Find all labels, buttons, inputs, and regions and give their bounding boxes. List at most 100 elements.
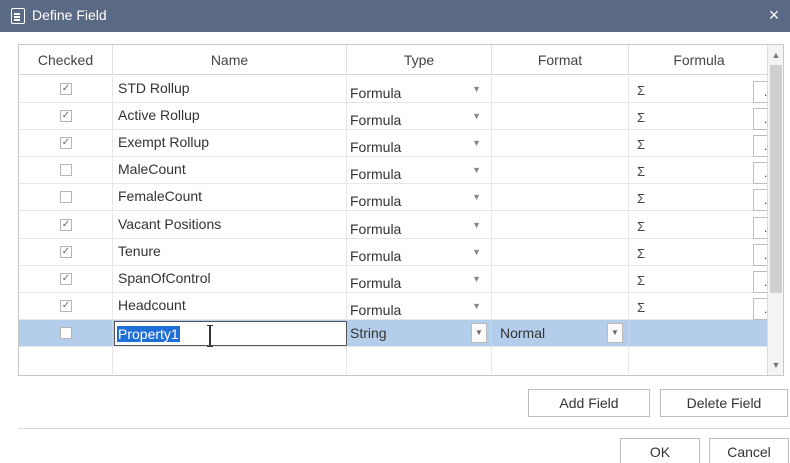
row-checkbox[interactable]: ✓ — [60, 83, 72, 95]
formula-cell[interactable]: Σ... — [629, 130, 783, 158]
row-checkbox[interactable]: ✓ — [60, 218, 72, 231]
format-cell[interactable] — [492, 157, 629, 185]
header-name[interactable]: Name — [113, 45, 347, 75]
table-row[interactable]: MaleCount Formula ▼ Σ... — [19, 157, 783, 185]
name-cell[interactable]: SpanOfControl — [113, 265, 347, 293]
row-checkbox[interactable]: ✓ — [60, 110, 72, 123]
row-checkbox[interactable]: ✓ — [60, 137, 72, 150]
table-row[interactable]: FemaleCount Formula ▼ Σ... — [19, 184, 783, 212]
row-checkbox[interactable]: ✓ — [60, 299, 72, 312]
type-dropdown-icon[interactable]: ▼ — [472, 301, 481, 311]
name-cell[interactable]: MaleCount — [113, 157, 347, 185]
scroll-thumb[interactable] — [770, 65, 782, 293]
table-row-selected[interactable]: Property1 String ▼ Normal ▼ — [19, 320, 769, 347]
header-checked[interactable]: Checked — [19, 45, 113, 75]
name-edit-input[interactable]: Property1 — [114, 321, 347, 347]
header-type[interactable]: Type — [347, 45, 492, 75]
table-row[interactable]: ✓ Exempt Rollup Formula ▼ Σ... — [19, 130, 783, 158]
table-row[interactable]: ✓ STD Rollup Formula ▼ Σ... — [19, 76, 783, 103]
format-cell[interactable]: Normal ▼ — [492, 320, 629, 347]
type-dropdown-icon[interactable]: ▼ — [472, 165, 481, 175]
sigma-icon: Σ — [637, 137, 646, 153]
delete-field-button[interactable]: Delete Field — [660, 389, 788, 417]
cancel-button[interactable]: Cancel — [709, 438, 789, 463]
type-cell[interactable]: Formula ▼ — [347, 238, 492, 266]
type-cell[interactable]: Formula ▼ — [347, 76, 492, 103]
formula-cell[interactable]: Σ... — [629, 211, 783, 239]
table-row[interactable]: ✓ Tenure Formula ▼ Σ... — [19, 238, 783, 266]
scroll-down-icon[interactable]: ▼ — [770, 359, 782, 371]
checked-cell — [19, 184, 113, 212]
format-cell[interactable] — [492, 130, 629, 158]
close-icon[interactable]: × — [764, 4, 784, 26]
row-checkbox[interactable] — [60, 327, 72, 339]
formula-cell[interactable]: Σ... — [629, 103, 783, 131]
format-cell[interactable] — [492, 184, 629, 212]
row-checkbox[interactable]: ✓ — [60, 272, 72, 285]
name-cell[interactable]: Headcount — [113, 292, 347, 320]
sigma-icon: Σ — [637, 110, 646, 126]
format-cell[interactable] — [492, 103, 629, 131]
format-dropdown-icon[interactable]: ▼ — [607, 323, 623, 343]
row-checkbox[interactable] — [60, 191, 72, 204]
type-cell[interactable]: Formula ▼ — [347, 184, 492, 212]
formula-cell[interactable] — [629, 320, 769, 347]
type-dropdown-icon[interactable]: ▼ — [472, 220, 481, 230]
type-dropdown-icon[interactable]: ▼ — [472, 192, 481, 202]
type-dropdown-icon[interactable]: ▼ — [472, 111, 481, 121]
header-formula[interactable]: Formula — [629, 45, 769, 75]
table-row[interactable]: ✓ Vacant Positions Formula ▼ Σ... — [19, 211, 783, 239]
name-cell[interactable]: Active Rollup — [113, 103, 347, 131]
name-cell[interactable]: Vacant Positions — [113, 211, 347, 239]
title-bar: Define Field × — [0, 0, 790, 32]
ok-button[interactable]: OK — [620, 438, 700, 463]
formula-cell[interactable]: Σ... — [629, 292, 783, 320]
row-checkbox[interactable]: ✓ — [60, 245, 72, 258]
type-dropdown-icon[interactable]: ▼ — [472, 84, 481, 94]
type-dropdown-icon[interactable]: ▼ — [471, 323, 487, 343]
type-cell[interactable]: Formula ▼ — [347, 103, 492, 131]
sigma-icon: Σ — [637, 245, 646, 261]
type-cell[interactable]: String ▼ — [347, 320, 492, 347]
format-cell[interactable] — [492, 238, 629, 266]
format-cell[interactable] — [492, 76, 629, 103]
field-name: STD Rollup — [118, 80, 190, 96]
type-cell[interactable]: Formula ▼ — [347, 265, 492, 293]
scroll-up-icon[interactable]: ▲ — [770, 49, 782, 61]
name-cell[interactable]: FemaleCount — [113, 184, 347, 212]
type-cell[interactable]: Formula ▼ — [347, 130, 492, 158]
add-field-button[interactable]: Add Field — [528, 389, 650, 417]
field-name: Tenure — [118, 242, 161, 259]
format-cell[interactable] — [492, 211, 629, 239]
formula-cell[interactable]: Σ... — [629, 76, 783, 103]
type-cell[interactable]: Formula ▼ — [347, 292, 492, 320]
name-cell[interactable]: Tenure — [113, 238, 347, 266]
type-value: Formula — [350, 166, 402, 183]
name-cell[interactable]: Property1 — [113, 320, 347, 347]
vertical-scrollbar[interactable]: ▲ ▼ — [767, 45, 783, 375]
table-row[interactable]: ✓ SpanOfControl Formula ▼ Σ... — [19, 265, 783, 293]
formula-cell[interactable]: Σ... — [629, 184, 783, 212]
sigma-icon: Σ — [637, 164, 646, 180]
sigma-icon: Σ — [637, 272, 646, 288]
name-cell[interactable]: STD Rollup — [113, 76, 347, 103]
format-cell[interactable] — [492, 292, 629, 320]
type-cell[interactable]: Formula ▼ — [347, 157, 492, 185]
formula-cell[interactable]: Σ... — [629, 238, 783, 266]
field-name: Vacant Positions — [118, 215, 222, 232]
table-row[interactable]: ✓ Headcount Formula ▼ Σ... — [19, 292, 783, 320]
name-cell[interactable]: Exempt Rollup — [113, 130, 347, 158]
format-cell[interactable] — [492, 265, 629, 293]
type-value: Formula — [350, 220, 402, 237]
header-format[interactable]: Format — [492, 45, 629, 75]
formula-cell[interactable]: Σ... — [629, 265, 783, 293]
type-dropdown-icon[interactable]: ▼ — [472, 138, 481, 148]
row-checkbox[interactable] — [60, 164, 72, 177]
type-dropdown-icon[interactable]: ▼ — [472, 247, 481, 257]
type-dropdown-icon[interactable]: ▼ — [472, 274, 481, 284]
type-cell[interactable]: Formula ▼ — [347, 211, 492, 239]
table-row[interactable]: ✓ Active Rollup Formula ▼ Σ... — [19, 103, 783, 131]
define-field-icon — [11, 8, 25, 24]
formula-cell[interactable]: Σ... — [629, 157, 783, 185]
sigma-icon: Σ — [637, 299, 646, 315]
